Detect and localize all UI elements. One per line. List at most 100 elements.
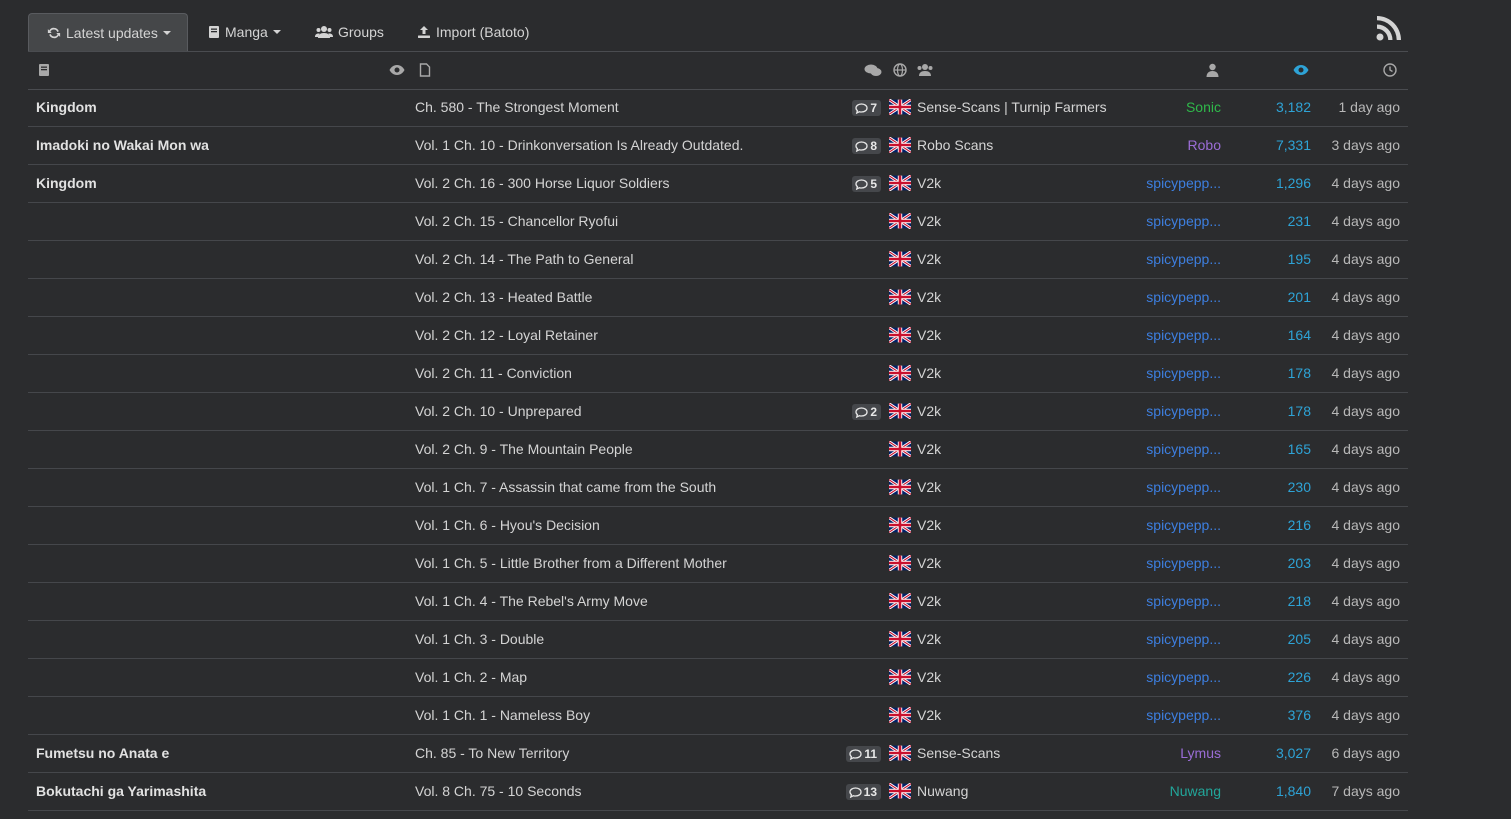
chapter-link[interactable]: Vol. 1 Ch. 1 - Nameless Boy [415,697,590,734]
uploader-link[interactable]: Lymus [1180,735,1221,772]
uploader-link[interactable]: spicypepp... [1146,621,1221,658]
comments-count: 8 [870,139,877,153]
group-link[interactable]: V2k [917,659,941,696]
group-link[interactable]: V2k [917,431,941,468]
tab-groups[interactable]: Groups [315,13,384,51]
chapter-link[interactable]: Vol. 2 Ch. 15 - Chancellor Ryofui [415,203,618,240]
chapter-link[interactable]: Vol. 2 Ch. 13 - Heated Battle [415,279,592,316]
uploader-link[interactable]: spicypepp... [1146,393,1221,430]
uk-flag-icon [889,783,911,799]
group-link[interactable]: Sense-Scans | Turnip Farmers [917,89,1107,126]
table-row: Vol. 2 Ch. 9 - The Mountain People V2k s… [28,431,1408,469]
uploader-link[interactable]: spicypepp... [1146,697,1221,734]
uploader-link[interactable]: spicypepp... [1146,431,1221,468]
uploader-link[interactable]: spicypepp... [1146,507,1221,544]
uploader-link[interactable]: spicypepp... [1146,241,1221,278]
comments-count: 13 [863,785,877,799]
table-row: Vol. 1 Ch. 4 - The Rebel's Army Move V2k… [28,583,1408,621]
manga-title-link[interactable]: Kingdom [36,89,97,126]
chapter-link[interactable]: Ch. 85 - To New Territory [415,735,569,772]
chapter-link[interactable]: Ch. 580 - The Strongest Moment [415,89,619,126]
uploader-link[interactable]: spicypepp... [1146,317,1221,354]
uk-flag-icon [889,175,911,191]
chapter-link[interactable]: Vol. 1 Ch. 5 - Little Brother from a Dif… [415,545,727,582]
chapter-link[interactable]: Vol. 2 Ch. 14 - The Path to General [415,241,633,278]
chapter-link[interactable]: Vol. 1 Ch. 4 - The Rebel's Army Move [415,583,648,620]
chapter-link[interactable]: Vol. 2 Ch. 16 - 300 Horse Liquor Soldier… [415,165,669,202]
table-row: Vol. 2 Ch. 11 - Conviction V2k spicypepp… [28,355,1408,393]
tab-manga[interactable]: Manga [208,13,281,51]
uploader-link[interactable]: Sonic [1186,89,1221,126]
chapter-link[interactable]: Vol. 1 Ch. 3 - Double [415,621,544,658]
group-link[interactable]: V2k [917,355,941,392]
uploader-link[interactable]: Nuwang [1170,773,1221,810]
group-link[interactable]: V2k [917,697,941,734]
group-link[interactable]: Robo Scans [917,127,993,164]
uploader-link[interactable]: spicypepp... [1146,545,1221,582]
comment-icon [849,748,862,760]
chapter-views-icon [1293,65,1309,75]
manga-title-link[interactable]: Fumetsu no Anata e [36,735,169,772]
comments-badge[interactable]: 11 [846,746,881,762]
group-link[interactable]: V2k [917,279,941,316]
uk-flag-icon [889,137,911,153]
uploader-link[interactable]: spicypepp... [1146,203,1221,240]
chapter-link[interactable]: Vol. 2 Ch. 12 - Loyal Retainer [415,317,598,354]
tab-latest-updates[interactable]: Latest updates [28,13,188,51]
uk-flag-icon [889,441,911,457]
table-row: Imadoki no Wakai Mon wa Vol. 1 Ch. 10 - … [28,127,1408,165]
tab-label: Groups [338,24,384,40]
rss-button[interactable] [1376,14,1403,44]
group-link[interactable]: V2k [917,203,941,240]
group-link[interactable]: V2k [917,393,941,430]
chapter-link[interactable]: Vol. 2 Ch. 9 - The Mountain People [415,431,633,468]
comments-badge[interactable]: 5 [852,176,881,192]
uploader-link[interactable]: spicypepp... [1146,355,1221,392]
manga-title-link[interactable]: Kingdom [36,165,97,202]
chapter-link[interactable]: Vol. 1 Ch. 7 - Assassin that came from t… [415,469,716,506]
view-count: 165 [1287,441,1311,457]
upload-time: 4 days ago [1331,631,1401,647]
group-link[interactable]: V2k [917,165,941,202]
uploader-link[interactable]: spicypepp... [1146,469,1221,506]
chapter-link[interactable]: Vol. 1 Ch. 10 - Drinkonversation Is Alre… [415,127,743,164]
chapter-link[interactable]: Vol. 1 Ch. 2 - Map [415,659,527,696]
comments-badge[interactable]: 2 [852,404,881,420]
time-icon [1383,63,1397,77]
group-link[interactable]: V2k [917,317,941,354]
chapter-link[interactable]: Vol. 2 Ch. 11 - Conviction [415,355,572,392]
tab-label: Manga [225,24,268,40]
rss-icon [1376,16,1401,41]
chapter-link[interactable]: Vol. 2 Ch. 10 - Unprepared [415,393,582,430]
manga-title-link[interactable]: Imadoki no Wakai Mon wa [36,127,209,164]
group-link[interactable]: V2k [917,621,941,658]
chapter-link[interactable]: Vol. 1 Ch. 6 - Hyou's Decision [415,507,600,544]
table-header [28,52,1408,90]
upload-time: 6 days ago [1331,745,1401,761]
uk-flag-icon [889,403,911,419]
chapter-link[interactable]: Vol. 8 Ch. 75 - 10 Seconds [415,773,582,810]
group-link[interactable]: Sense-Scans [917,735,1000,772]
group-link[interactable]: Nuwang [917,773,968,810]
group-link[interactable]: V2k [917,241,941,278]
users-icon [315,26,333,38]
comments-badge[interactable]: 13 [845,784,881,800]
manga-title-link[interactable]: Bokutachi ga Yarimashita [36,773,206,810]
uploader-link[interactable]: Robo [1188,127,1221,164]
group-link[interactable]: V2k [917,469,941,506]
table-row: Vol. 1 Ch. 6 - Hyou's Decision V2k spicy… [28,507,1408,545]
view-count: 178 [1287,403,1311,419]
comment-icon [848,786,862,798]
comment-icon [855,178,868,190]
uploader-link[interactable]: spicypepp... [1146,659,1221,696]
group-link[interactable]: V2k [917,545,941,582]
comments-badge[interactable]: 8 [852,138,881,154]
uploader-link[interactable]: spicypepp... [1146,583,1221,620]
tab-import-batoto[interactable]: Import (Batoto) [417,13,529,51]
comments-badge[interactable]: 7 [852,100,881,116]
uploader-link[interactable]: spicypepp... [1146,165,1221,202]
group-link[interactable]: V2k [917,507,941,544]
uploader-link[interactable]: spicypepp... [1146,279,1221,316]
upload-time: 3 days ago [1331,137,1401,153]
group-link[interactable]: V2k [917,583,941,620]
